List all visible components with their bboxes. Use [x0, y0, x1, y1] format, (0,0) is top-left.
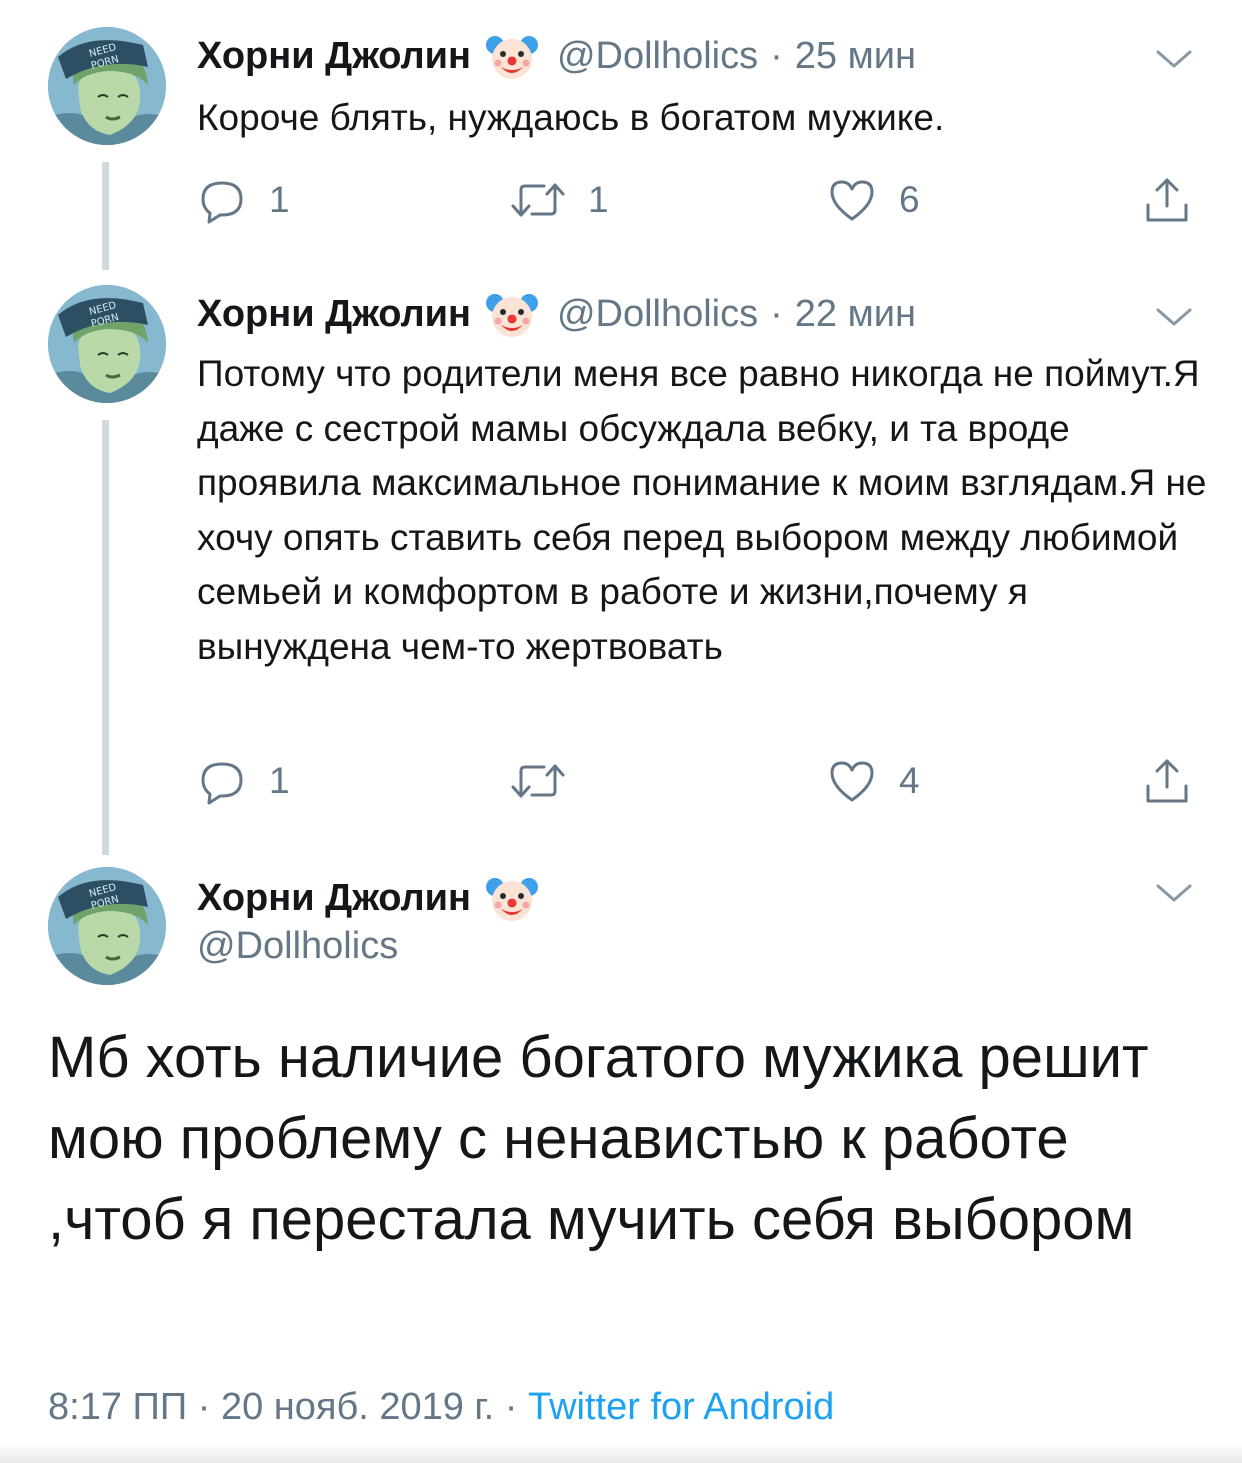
- heart-icon: [827, 175, 877, 225]
- author-handle[interactable]: @Dollholics: [557, 35, 758, 78]
- tweet-header: Хорни Джолин: [197, 868, 557, 928]
- like-count: 4: [899, 760, 920, 801]
- clown-face-icon: [485, 871, 539, 925]
- tweet-header: Хорни Джолин @Dollholics · 22 мин: [197, 284, 916, 344]
- like-count: 6: [899, 179, 920, 220]
- tweet-time[interactable]: 22 мин: [795, 293, 916, 336]
- avatar-image: [48, 285, 166, 403]
- tweet-actions: 1 4: [197, 753, 1197, 809]
- tweet-time: 8:17 ПП: [48, 1386, 188, 1428]
- thread-tweet-1[interactable]: Хорни Джолин @Dollholics · 25 мин Короче…: [0, 0, 1242, 270]
- tweet-actions: 1 1 6: [197, 172, 1197, 228]
- retweet-icon: [510, 175, 566, 225]
- retweet-button[interactable]: 1: [510, 172, 609, 228]
- tweet-text: Потому что родители меня все равно никог…: [197, 353, 1207, 667]
- author-handle[interactable]: @Dollholics: [197, 925, 398, 968]
- clown-face-icon: [485, 287, 539, 341]
- separator-dot: ·: [770, 34, 783, 77]
- thread-line: [102, 420, 109, 855]
- chevron-down-icon[interactable]: [1152, 878, 1196, 908]
- avatar-image: [48, 867, 166, 985]
- share-button[interactable]: [1142, 172, 1192, 228]
- like-button[interactable]: 4: [827, 753, 920, 809]
- avatar-image: [48, 27, 166, 145]
- clown-face-icon: [485, 29, 539, 83]
- thread-tweet-2[interactable]: Хорни Джолин @Dollholics · 22 мин Потому…: [0, 270, 1242, 855]
- author-name[interactable]: Хорни Джолин: [197, 877, 471, 920]
- tweet-time[interactable]: 25 мин: [795, 35, 916, 78]
- bottom-fade: [0, 1443, 1242, 1463]
- author-name[interactable]: Хорни Джолин: [197, 293, 471, 336]
- separator-dot: ·: [197, 1386, 211, 1428]
- retweet-icon: [510, 756, 566, 806]
- tweet-source-link[interactable]: Twitter for Android: [528, 1386, 834, 1428]
- author-handle[interactable]: @Dollholics: [557, 293, 758, 336]
- share-icon: [1142, 756, 1192, 806]
- reply-icon: [197, 756, 247, 806]
- tweet-header: Хорни Джолин @Dollholics · 25 мин: [197, 26, 916, 86]
- reply-button[interactable]: 1: [197, 172, 290, 228]
- avatar[interactable]: [48, 867, 166, 985]
- heart-icon: [827, 756, 877, 806]
- reply-count: 1: [269, 760, 290, 801]
- avatar[interactable]: [48, 27, 166, 145]
- retweet-count: 1: [588, 179, 609, 220]
- reply-icon: [197, 175, 247, 225]
- share-button[interactable]: [1142, 753, 1192, 809]
- like-button[interactable]: 6: [827, 172, 920, 228]
- author-name[interactable]: Хорни Джолин: [197, 35, 471, 78]
- separator-dot: ·: [770, 292, 783, 335]
- reply-button[interactable]: 1: [197, 753, 290, 809]
- reply-count: 1: [269, 179, 290, 220]
- tweet-text: Мб хоть наличие богатого мужика решит мо…: [48, 1025, 1149, 1252]
- separator-dot: ·: [504, 1386, 518, 1428]
- share-icon: [1142, 175, 1192, 225]
- tweet-meta: 8:17 ПП · 20 нояб. 2019 г. · Twitter for…: [48, 1386, 834, 1429]
- avatar[interactable]: [48, 285, 166, 403]
- tweet-date: 20 нояб. 2019 г.: [220, 1386, 495, 1428]
- chevron-down-icon[interactable]: [1152, 44, 1196, 74]
- chevron-down-icon[interactable]: [1152, 302, 1196, 332]
- retweet-button[interactable]: [510, 753, 588, 809]
- thread-line: [102, 162, 109, 270]
- tweet-text: Короче блять, нуждаюсь в богатом мужике.: [197, 97, 945, 138]
